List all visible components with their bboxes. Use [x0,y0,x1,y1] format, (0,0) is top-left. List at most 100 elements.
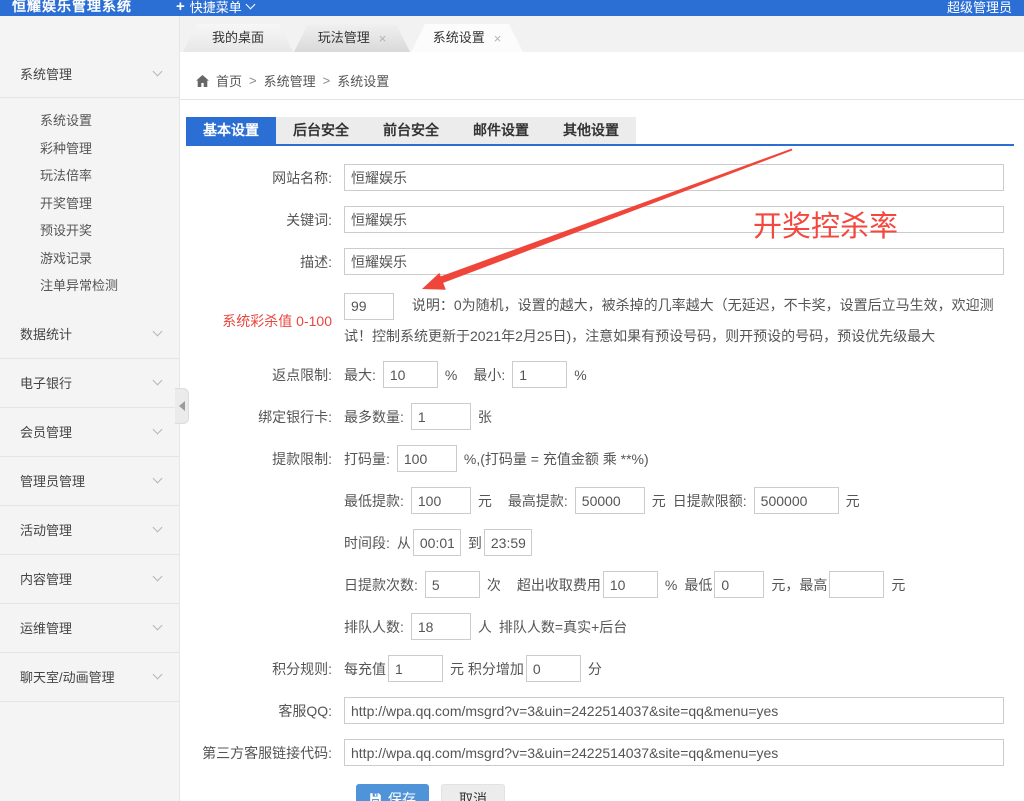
keywords-input[interactable] [344,206,1004,233]
sidebar-group-data-statistics[interactable]: 数据统计 [0,310,179,359]
tab-backend-security[interactable]: 后台安全 [276,117,366,144]
sidebar-item-draw-management[interactable]: 开奖管理 [0,190,179,218]
sidebar-group-content-management[interactable]: 内容管理 [0,555,179,604]
points-per-input[interactable] [388,655,443,682]
window-tab-strip: 我的桌面 玩法管理 × 系统设置 × [180,16,1024,52]
chevron-down-icon [153,621,163,631]
sidebar-submenu-system: 系统设置 彩种管理 玩法倍率 开奖管理 预设开奖 游戏记录 注单异常检测 [0,98,179,310]
sidebar-group-admin-management[interactable]: 管理员管理 [0,457,179,506]
sidebar-item-lottery-management[interactable]: 彩种管理 [0,135,179,163]
cancel-button[interactable]: 取消 [441,784,505,801]
description-input[interactable] [344,248,1004,275]
max-withdraw-input[interactable] [575,487,645,514]
rebate-min-input[interactable] [512,361,567,388]
bankcard-max-input[interactable] [411,403,471,430]
kill-rate-row: 系统彩杀值 0-100 说明：0为随机，设置的越大，被杀掉的几率越大（无延迟，不… [186,290,1014,352]
daily-times-input[interactable] [425,571,480,598]
sidebar-group-operations-management[interactable]: 运维管理 [0,604,179,653]
close-icon[interactable]: × [379,32,387,45]
collapse-arrow-icon [179,401,185,411]
app-title: 恒耀娱乐管理系统 [12,0,132,16]
tab-label: 系统设置 [433,24,485,52]
tab-basic-settings[interactable]: 基本设置 [186,117,276,144]
sidebar-group-label: 聊天室/动画管理 [20,667,115,686]
queue-input[interactable] [411,613,471,640]
third-party-input[interactable] [344,739,1004,766]
current-user[interactable]: 超级管理员 [947,0,1012,16]
chevron-down-icon [153,670,163,680]
bet-volume-input[interactable] [397,445,457,472]
inline-label: 每充值 [344,659,386,679]
sidebar-item-play-odds[interactable]: 玩法倍率 [0,162,179,190]
points-add-input[interactable] [526,655,581,682]
field-label: 绑定银行卡: [186,407,344,427]
sidebar-group-label: 数据统计 [20,324,72,343]
sidebar: 系统管理 系统设置 彩种管理 玩法倍率 开奖管理 预设开奖 游戏记录 注单异常检… [0,16,180,801]
sidebar-group-e-banking[interactable]: 电子银行 [0,359,179,408]
points-rule-row: 积分规则: 每充值 元 积分增加 分 [186,655,1014,682]
keywords-row: 关键词: [186,206,1014,233]
breadcrumb-item[interactable]: 系统管理 [264,71,316,90]
rebate-max-input[interactable] [383,361,438,388]
field-label: 描述: [186,252,344,272]
basic-settings-form: 网站名称: 关键词: 描述: 系统彩杀值 0-100 [186,164,1014,801]
tab-label: 玩法管理 [318,24,370,52]
field-label: 系统彩杀值 0-100 [186,311,344,331]
time-to-input[interactable] [484,529,532,556]
sidebar-group-activity-management[interactable]: 活动管理 [0,506,179,555]
tab-frontend-security[interactable]: 前台安全 [366,117,456,144]
inline-label: 时间段: [344,533,390,553]
site-name-input[interactable] [344,164,1004,191]
time-range-row: 时间段: 从 到 [186,529,1014,556]
save-button[interactable]: 保存 [356,784,429,801]
inline-label: 到 [468,533,482,553]
sidebar-group-chatroom-animation-management[interactable]: 聊天室/动画管理 [0,653,179,702]
unit-label: % [665,577,677,593]
sidebar-item-game-records[interactable]: 游戏记录 [0,245,179,273]
fee-max-input[interactable] [829,571,884,598]
unit-label: 人 [478,617,492,637]
quick-menu-button[interactable]: + 快捷菜单 [176,0,254,16]
unit-label: 元 [478,491,492,511]
chevron-down-icon [153,327,163,337]
unit-label: 张 [478,407,492,427]
kill-rate-input[interactable] [344,293,394,320]
inline-label: 日提款限额: [673,491,747,511]
topbar: 恒耀娱乐管理系统 + 快捷菜单 超级管理员 [0,0,1024,16]
qq-row: 客服QQ: [186,697,1014,724]
qq-input[interactable] [344,697,1004,724]
daily-limit-input[interactable] [754,487,839,514]
min-withdraw-input[interactable] [411,487,471,514]
inline-label: 最低提款: [344,491,404,511]
sidebar-item-order-anomaly-detection[interactable]: 注单异常检测 [0,272,179,300]
quick-menu-label: 快捷菜单 [190,0,242,16]
tab-system-settings[interactable]: 系统设置 × [411,24,523,52]
sidebar-group-label: 电子银行 [20,373,72,392]
field-label: 客服QQ: [186,701,344,721]
sidebar-group-system-management[interactable]: 系统管理 [0,49,179,98]
time-from-input[interactable] [413,529,461,556]
breadcrumb: 首页 > 系统管理 > 系统设置 [180,62,1024,100]
breadcrumb-home[interactable]: 首页 [216,71,242,90]
tab-mail-settings[interactable]: 邮件设置 [456,117,546,144]
field-label: 第三方客服链接代码: [186,743,344,763]
withdraw-amounts-row: 最低提款: 元 最高提款: 元 日提款限额: 元 [186,487,1014,514]
tab-my-desktop[interactable]: 我的桌面 [183,24,293,52]
tab-play-management[interactable]: 玩法管理 × [294,24,410,52]
tab-other-settings[interactable]: 其他设置 [546,117,636,144]
breadcrumb-separator: > [323,73,331,88]
sidebar-item-system-settings[interactable]: 系统设置 [0,107,179,135]
sidebar-group-label: 内容管理 [20,569,72,588]
settings-content: 基本设置 后台安全 前台安全 邮件设置 其他设置 网站名称: 关键词: 描述: [180,100,1024,801]
breadcrumb-item: 系统设置 [337,71,389,90]
fee-input[interactable] [603,571,658,598]
fee-min-input[interactable] [714,571,764,598]
sidebar-group-label: 运维管理 [20,618,72,637]
sidebar-group-label: 活动管理 [20,520,72,539]
description-row: 描述: [186,248,1014,275]
close-icon[interactable]: × [494,32,502,45]
sidebar-group-member-management[interactable]: 会员管理 [0,408,179,457]
sidebar-item-preset-draw[interactable]: 预设开奖 [0,217,179,245]
unit-label: % [445,367,457,383]
sidebar-collapse-handle[interactable] [175,388,189,424]
